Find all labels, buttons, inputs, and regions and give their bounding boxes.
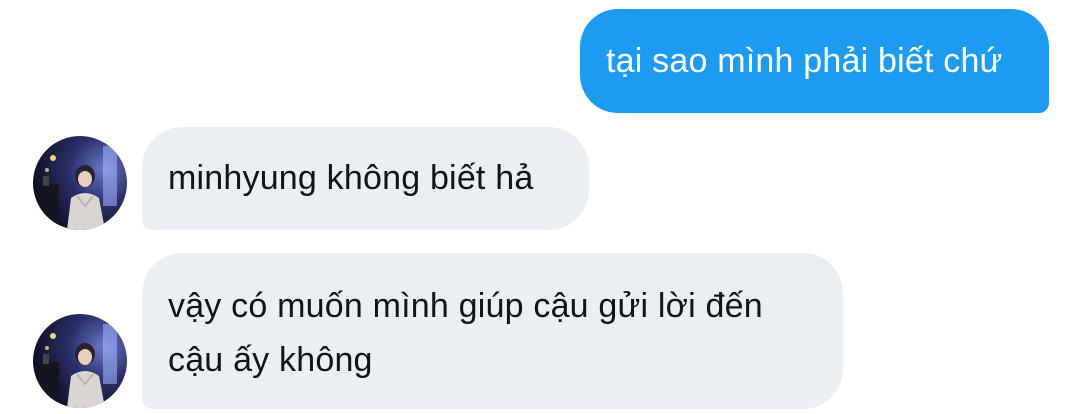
avatar-photo-icon: [33, 314, 127, 408]
incoming-message-bubble[interactable]: minhyung không biết hả: [142, 127, 589, 230]
sender-avatar[interactable]: [33, 314, 127, 408]
avatar-photo-icon: [33, 136, 127, 230]
message-text: vậy có muốn mình giúp cậu gửi lời đến cậ…: [168, 287, 763, 379]
message-text: minhyung không biết hả: [168, 159, 534, 197]
outgoing-message-bubble[interactable]: tại sao mình phải biết chứ: [580, 9, 1049, 113]
sender-avatar[interactable]: [33, 136, 127, 230]
incoming-message-bubble[interactable]: vậy có muốn mình giúp cậu gửi lời đến cậ…: [142, 253, 843, 409]
message-text: tại sao mình phải biết chứ: [606, 42, 1003, 80]
